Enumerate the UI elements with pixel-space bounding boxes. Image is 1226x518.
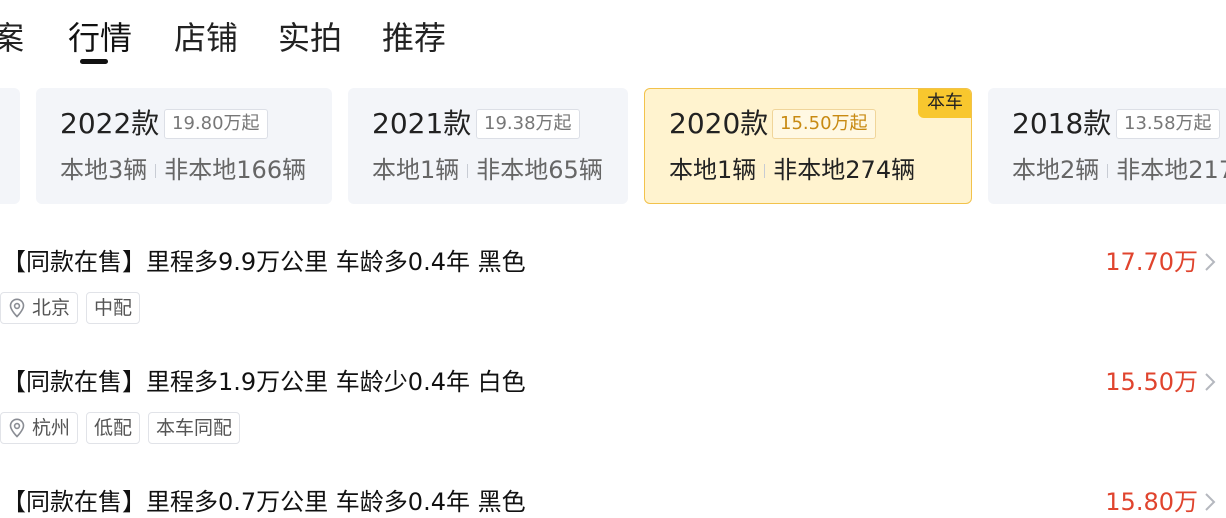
card-year: 2022款 — [60, 107, 160, 140]
year-card-2022[interactable]: 2022款 19.80万起 本地3辆 非本地166辆 — [36, 88, 332, 204]
location-pin-icon — [9, 418, 25, 438]
tab-recommend[interactable]: 推荐 — [382, 16, 446, 60]
tab-photos[interactable]: 实拍 — [278, 16, 342, 60]
year-card-strip: 2022款 19.80万起 本地3辆 非本地166辆 2021款 19.38万起 … — [0, 88, 1226, 206]
config-tag: 中配 — [86, 292, 141, 324]
local-count: 本地1辆 — [372, 156, 460, 184]
listing-title: 【同款在售】里程多0.7万公里 车龄多0.4年 黑色 — [2, 488, 526, 516]
year-card-2018[interactable]: 2018款 13.58万起 本地2辆 非本地217 — [988, 88, 1226, 204]
listing-tags: 北京 中配 — [0, 292, 148, 324]
nonlocal-count: 非本地217 — [1116, 156, 1226, 184]
tab-bar: 案 行情 店铺 实拍 推荐 — [0, 0, 1226, 70]
card-year: 2021款 — [372, 107, 472, 140]
local-count: 本地2辆 — [1012, 156, 1100, 184]
listing-title: 【同款在售】里程多9.9万公里 车龄多0.4年 黑色 — [2, 248, 526, 276]
year-card-2021[interactable]: 2021款 19.38万起 本地1辆 非本地65辆 — [348, 88, 628, 204]
listing-item[interactable]: 【同款在售】里程多1.9万公里 车龄少0.4年 白色 15.50万 杭州 低配 本车… — [0, 366, 1226, 452]
same-config-tag: 本车同配 — [148, 412, 241, 444]
location-pin-icon — [9, 298, 25, 318]
chevron-right-icon — [1205, 373, 1216, 391]
location-text: 北京 — [32, 297, 71, 319]
active-tab-indicator — [80, 59, 108, 64]
listing-item[interactable]: 【同款在售】里程多0.7万公里 车龄多0.4年 黑色 15.80万 — [0, 486, 1226, 518]
divider — [467, 164, 469, 178]
year-card-partial[interactable] — [0, 88, 20, 204]
listing-price: 15.50万 — [1105, 368, 1198, 396]
year-card-2020-selected[interactable]: 2020款 15.50万起 本地1辆 非本地274辆 本车 — [644, 88, 972, 204]
config-tag: 低配 — [86, 412, 141, 444]
card-year: 2020款 — [669, 107, 769, 140]
card-stock-counts: 本地1辆 非本地274辆 — [669, 154, 915, 186]
listing-tags: 杭州 低配 本车同配 — [0, 412, 248, 444]
current-car-badge: 本车 — [918, 89, 971, 118]
card-stock-counts: 本地1辆 非本地65辆 — [372, 154, 603, 186]
card-start-price: 15.50万起 — [772, 109, 876, 139]
card-stock-counts: 本地2辆 非本地217 — [1012, 154, 1226, 186]
tab-store[interactable]: 店铺 — [174, 16, 238, 60]
listing-price: 15.80万 — [1105, 488, 1198, 516]
nonlocal-count: 非本地274辆 — [773, 156, 916, 184]
divider — [764, 164, 766, 178]
card-start-price: 13.58万起 — [1116, 109, 1220, 139]
card-start-price: 19.80万起 — [164, 109, 268, 139]
nonlocal-count: 非本地166辆 — [164, 156, 307, 184]
listing-title: 【同款在售】里程多1.9万公里 车龄少0.4年 白色 — [2, 368, 526, 396]
card-year: 2018款 — [1012, 107, 1112, 140]
nonlocal-count: 非本地65辆 — [476, 156, 603, 184]
divider — [155, 164, 157, 178]
chevron-right-icon — [1205, 493, 1216, 511]
card-stock-counts: 本地3辆 非本地166辆 — [60, 154, 306, 186]
local-count: 本地3辆 — [60, 156, 148, 184]
listing-item[interactable]: 【同款在售】里程多9.9万公里 车龄多0.4年 黑色 17.70万 北京 中配 — [0, 246, 1226, 332]
listing-price: 17.70万 — [1105, 248, 1198, 276]
chevron-right-icon — [1205, 253, 1216, 271]
location-tag: 杭州 — [0, 412, 79, 444]
tab-partial[interactable]: 案 — [0, 16, 24, 60]
location-tag: 北京 — [0, 292, 79, 324]
divider — [1107, 164, 1109, 178]
card-start-price: 19.38万起 — [476, 109, 580, 139]
tab-market[interactable]: 行情 — [68, 16, 132, 60]
local-count: 本地1辆 — [669, 156, 757, 184]
location-text: 杭州 — [32, 417, 71, 439]
